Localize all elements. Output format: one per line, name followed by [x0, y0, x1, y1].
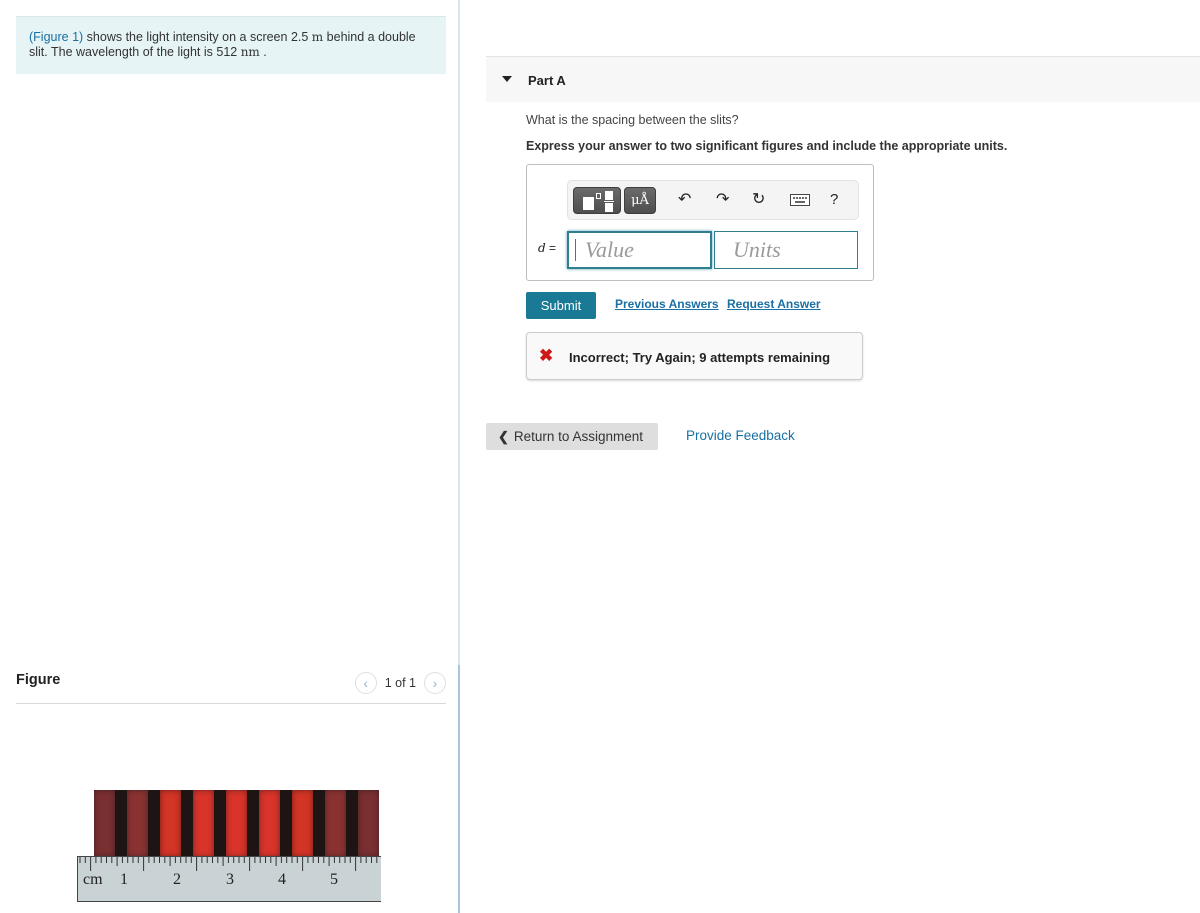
question-text: What is the spacing between the slits? [526, 113, 739, 127]
figure-link[interactable]: (Figure 1) [29, 30, 83, 44]
prev-figure-button[interactable]: ‹ [354, 672, 377, 694]
variable-name: d [538, 241, 546, 255]
bright-fringe [159, 790, 182, 857]
feedback-message: ✖ Incorrect; Try Again; 9 attempts remai… [526, 332, 863, 380]
ruler-unit-label: cm [83, 871, 103, 888]
dark-fringe [115, 790, 127, 857]
math-toolbar: μÅ ↶ ↷ ↻ ? [567, 180, 859, 220]
bright-fringe [192, 790, 215, 857]
unit-meters: m [311, 30, 324, 44]
part-title: Part A [528, 73, 566, 88]
unit-nanometers: nm [240, 45, 260, 59]
undo-icon[interactable]: ↶ [678, 191, 691, 209]
bright-fringe [225, 790, 248, 857]
redo-icon[interactable]: ↷ [716, 191, 729, 209]
problem-intro: (Figure 1) shows the light intensity on … [16, 16, 446, 74]
submit-button[interactable]: Submit [526, 292, 596, 319]
figure-image[interactable]: cm 1 2 3 4 5 [77, 790, 382, 905]
dark-fringe [148, 790, 160, 857]
figure-title: Figure [16, 672, 61, 688]
bright-fringe [357, 790, 380, 857]
ruler-ticks [79, 857, 378, 871]
return-to-assignment-button[interactable]: ❮ Return to Assignment [486, 423, 658, 450]
collapse-caret-icon[interactable] [502, 76, 512, 82]
bright-fringe [258, 790, 281, 857]
equals-sign: = [545, 241, 557, 255]
ruler-label-3: 3 [226, 871, 234, 888]
ruler-label-5: 5 [330, 871, 338, 888]
bright-fringe [126, 790, 149, 857]
value-input[interactable]: Value [567, 231, 712, 269]
units-button[interactable]: μÅ [624, 187, 656, 214]
pager-label: 1 of 1 [384, 676, 416, 690]
keyboard-icon[interactable] [790, 193, 810, 211]
provide-feedback-link[interactable]: Provide Feedback [686, 428, 795, 443]
next-figure-button[interactable]: › [424, 672, 446, 694]
ruler-label-4: 4 [278, 871, 286, 888]
variable-label: d = [538, 241, 556, 255]
dark-fringe [247, 790, 259, 857]
part-a-header[interactable]: Part A [486, 56, 1200, 102]
dark-fringe [313, 790, 325, 857]
chevron-left-icon: ❮ [498, 428, 509, 444]
instruction-text: Express your answer to two significant f… [526, 139, 1008, 153]
dark-fringe [181, 790, 193, 857]
units-icon: μÅ [631, 193, 649, 208]
intro-text-3: . [259, 45, 267, 59]
previous-answers-link[interactable]: Previous Answers [615, 297, 719, 311]
intro-text-1: shows the light intensity on a screen 2.… [83, 30, 312, 44]
request-answer-link[interactable]: Request Answer [727, 297, 821, 311]
chevron-right-icon: › [432, 675, 438, 691]
bright-fringe [324, 790, 347, 857]
dark-fringe [280, 790, 292, 857]
return-label: Return to Assignment [513, 429, 643, 444]
incorrect-x-icon: ✖ [539, 346, 554, 365]
feedback-text: Incorrect; Try Again; 9 attempts remaini… [569, 350, 831, 365]
chevron-left-icon: ‹ [363, 675, 369, 691]
ruler-label-2: 2 [173, 871, 181, 888]
figure-header: Figure ‹ 1 of 1 › [16, 670, 446, 704]
figure-pager: ‹ 1 of 1 › [354, 672, 446, 694]
bright-fringe [94, 790, 116, 857]
answer-box: μÅ ↶ ↷ ↻ ? d = Value Units [526, 164, 874, 281]
bright-fringe [291, 790, 314, 857]
problem-pane: (Figure 1) shows the light intensity on … [0, 0, 458, 913]
dark-fringe [214, 790, 226, 857]
dark-fringe [346, 790, 358, 857]
ruler: cm 1 2 3 4 5 [77, 856, 381, 902]
interference-fringes [94, 790, 380, 857]
units-input[interactable]: Units [714, 231, 858, 269]
scrollbar-thumb[interactable] [458, 665, 460, 913]
ruler-label-1: 1 [120, 871, 128, 888]
templates-button[interactable] [573, 187, 621, 214]
help-icon[interactable]: ? [830, 191, 838, 209]
reset-icon[interactable]: ↻ [752, 191, 765, 209]
